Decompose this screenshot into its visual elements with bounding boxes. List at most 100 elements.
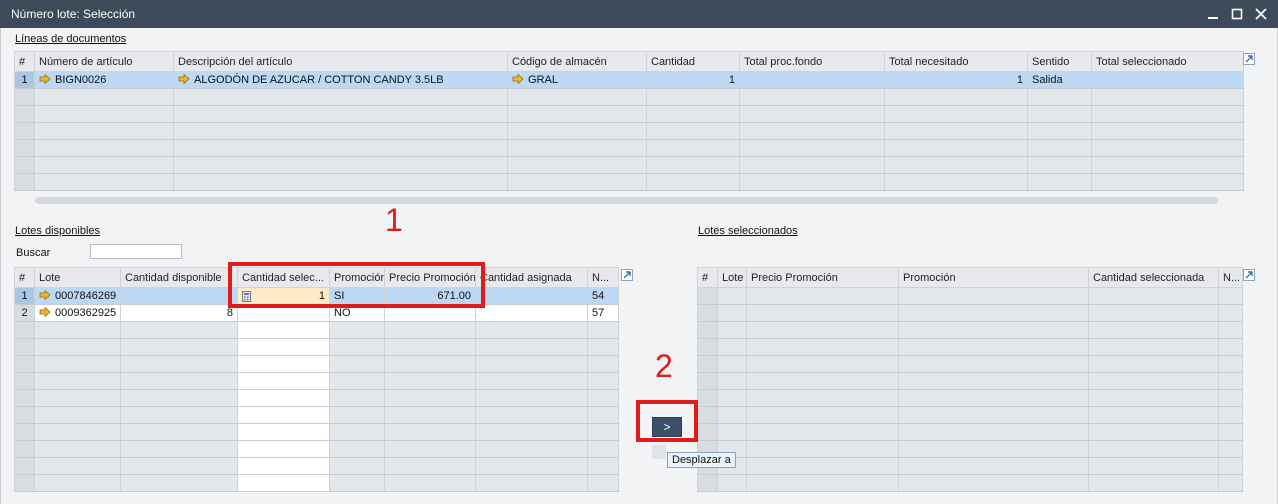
col-header[interactable]: # <box>14 267 35 288</box>
lot-number: 0009362925 <box>55 306 117 319</box>
table-row[interactable] <box>14 173 1244 191</box>
orange-arrow-icon[interactable] <box>39 73 51 87</box>
table-row[interactable] <box>697 423 1243 441</box>
col-header[interactable]: Cantidad <box>646 51 740 72</box>
item-number: BIGN0026 <box>55 73 107 86</box>
dialog-body: Líneas de documentos # Número de artícul… <box>0 28 1278 504</box>
close-icon[interactable] <box>1252 5 1270 23</box>
total-needed-cell[interactable]: 1 <box>884 71 1028 89</box>
col-header[interactable]: Cantidad seleccionada <box>1088 267 1219 288</box>
n-cell[interactable]: 57 <box>587 304 619 322</box>
table-row[interactable] <box>14 156 1244 174</box>
n-cell[interactable]: 54 <box>587 287 619 305</box>
window-controls <box>1204 5 1270 23</box>
table-row[interactable] <box>697 321 1243 339</box>
orange-arrow-icon[interactable] <box>39 289 51 303</box>
table-row[interactable] <box>14 355 619 373</box>
col-header[interactable]: Código de almacén <box>507 51 647 72</box>
annotation-number-1: 1 <box>385 202 403 238</box>
orange-arrow-icon[interactable] <box>39 306 51 320</box>
available-qty-cell[interactable]: 8 <box>120 304 238 322</box>
table-row[interactable] <box>14 474 619 492</box>
annotation-box-1 <box>228 262 485 308</box>
table-row[interactable] <box>14 372 619 390</box>
table-row[interactable]: 1 BIGN0026 ALGODÓN DE AZUCAR / COTTON CA… <box>14 71 1244 89</box>
col-header[interactable]: N... <box>587 267 619 288</box>
available-lots-label: Lotes disponibles <box>15 225 101 237</box>
table-row[interactable] <box>697 287 1243 305</box>
minimize-icon[interactable] <box>1204 5 1222 23</box>
row-number[interactable]: 1 <box>14 287 35 305</box>
assigned-qty-cell[interactable] <box>475 304 588 322</box>
direction-cell[interactable]: Salida <box>1027 71 1092 89</box>
col-header[interactable]: Total seleccionado <box>1091 51 1244 72</box>
table-row[interactable] <box>14 423 619 441</box>
item-description: ALGODÓN DE AZUCAR / COTTON CANDY 3.5LB <box>194 73 444 86</box>
tooltip-pointer <box>652 445 666 459</box>
table-row[interactable] <box>697 474 1243 492</box>
annotation-number-2: 2 <box>655 348 673 384</box>
col-header[interactable]: Total necesitado <box>884 51 1028 72</box>
table-row[interactable] <box>697 406 1243 424</box>
col-header[interactable]: Total proc.fondo <box>739 51 885 72</box>
table-row[interactable] <box>14 406 619 424</box>
window-titlebar: Número lote: Selección <box>0 0 1278 28</box>
table-row[interactable] <box>697 457 1243 475</box>
total-selected-cell[interactable] <box>1091 71 1244 89</box>
col-header[interactable]: Precio Promoción <box>746 267 899 288</box>
search-input[interactable] <box>90 244 182 259</box>
available-qty-cell[interactable] <box>120 287 238 305</box>
quantity-cell[interactable]: 1 <box>646 71 740 89</box>
table-row[interactable] <box>14 457 619 475</box>
item-number-cell[interactable]: BIGN0026 <box>34 71 174 89</box>
annotation-box-2 <box>636 400 698 442</box>
lot-cell[interactable]: 0009362925 <box>34 304 121 322</box>
item-description-cell[interactable]: ALGODÓN DE AZUCAR / COTTON CANDY 3.5LB <box>173 71 508 89</box>
expand-arrow-icon[interactable] <box>1243 269 1255 281</box>
move-button-tooltip: Desplazar a <box>667 452 736 468</box>
col-header[interactable]: Cantidad disponible <box>120 267 238 288</box>
row-number[interactable]: 1 <box>14 71 35 89</box>
col-header[interactable]: Descripción del artículo <box>173 51 508 72</box>
table-row[interactable] <box>14 440 619 458</box>
orange-arrow-icon[interactable] <box>512 73 524 87</box>
lot-cell[interactable]: 0007846269 <box>34 287 121 305</box>
table-row[interactable] <box>697 372 1243 390</box>
col-header[interactable]: # <box>14 51 35 72</box>
table-row[interactable] <box>14 389 619 407</box>
warehouse-cell[interactable]: GRAL <box>507 71 647 89</box>
warehouse-code: GRAL <box>528 73 558 86</box>
expand-arrow-icon[interactable] <box>621 269 633 281</box>
lot-number: 0007846269 <box>55 289 117 302</box>
row-number[interactable]: 2 <box>14 304 35 322</box>
table-row[interactable] <box>14 122 1244 140</box>
table-row[interactable] <box>697 440 1243 458</box>
selected-lots-grid: # Lote Precio Promoción Promoción Cantid… <box>697 267 1243 492</box>
assigned-qty-cell[interactable] <box>475 287 588 305</box>
table-row[interactable] <box>14 139 1244 157</box>
col-header[interactable]: Número de artículo <box>34 51 174 72</box>
maximize-icon[interactable] <box>1228 5 1246 23</box>
orange-arrow-icon[interactable] <box>178 73 190 87</box>
table-row[interactable] <box>697 355 1243 373</box>
table-row[interactable] <box>14 88 1244 106</box>
col-header[interactable]: N... <box>1218 267 1243 288</box>
total-proc-cell[interactable] <box>739 71 885 89</box>
col-header[interactable]: Lote <box>717 267 747 288</box>
expand-arrow-icon[interactable] <box>1243 53 1255 65</box>
col-header[interactable]: Sentido <box>1027 51 1092 72</box>
table-row[interactable] <box>697 389 1243 407</box>
search-label: Buscar <box>16 247 51 259</box>
table-row[interactable] <box>697 338 1243 356</box>
table-row[interactable] <box>14 321 619 339</box>
col-header[interactable]: # <box>697 267 718 288</box>
col-header[interactable]: Promoción <box>898 267 1089 288</box>
table-row[interactable] <box>697 304 1243 322</box>
table-row[interactable] <box>14 105 1244 123</box>
col-header[interactable]: Cantidad asignada <box>475 267 588 288</box>
table-row[interactable] <box>14 338 619 356</box>
window-title: Número lote: Selección <box>11 7 136 21</box>
doc-lines-header: # Número de artículo Descripción del art… <box>14 51 1244 72</box>
horizontal-scrollbar[interactable] <box>35 197 1218 204</box>
col-header[interactable]: Lote <box>34 267 121 288</box>
